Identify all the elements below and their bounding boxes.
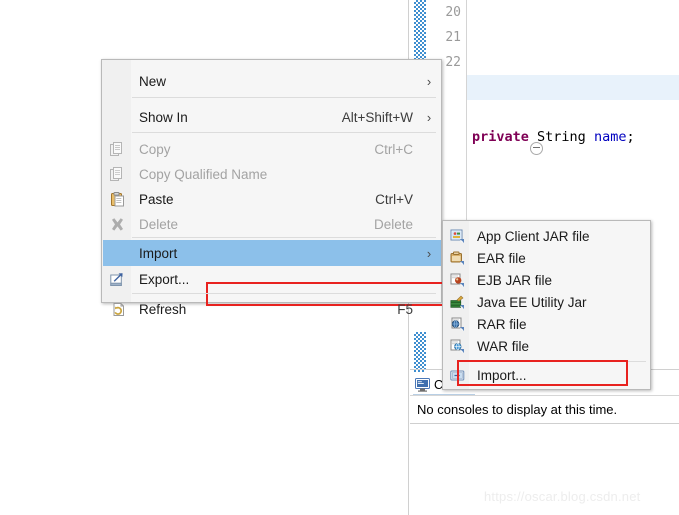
console-rule [410, 423, 679, 424]
ejb-jar-icon [444, 270, 470, 291]
console-monitor-icon [415, 377, 430, 392]
menu-item-label: Copy [139, 141, 171, 157]
submenu-item-label: EJB JAR file [477, 273, 553, 288]
menu-item-refresh[interactable]: Refresh F5 [103, 296, 441, 322]
paste-icon [103, 186, 132, 212]
console-empty-message: No consoles to display at this time. [417, 402, 618, 417]
menu-item-label: Delete [139, 216, 179, 232]
menu-item-accel: Delete [373, 216, 413, 232]
menu-item-icon-blank [103, 240, 132, 266]
submenu-item-label: WAR file [477, 339, 530, 354]
menu-item-label: Import [139, 245, 178, 261]
line-number: 20 [445, 5, 461, 20]
submenu-separator [470, 361, 646, 362]
menu-item-label: Paste [139, 191, 174, 207]
menu-item-paste[interactable]: Paste Ctrl+V [103, 186, 441, 212]
menu-item-accel: Ctrl+C [374, 141, 413, 157]
menu-item-accel: Alt+Shift+W [341, 109, 413, 125]
menu-item-label: Copy Qualified Name [139, 166, 268, 182]
menu-separator [132, 293, 436, 294]
war-file-icon [444, 336, 470, 357]
menu-item-label: Show In [139, 109, 188, 125]
copy-qualified-icon [103, 161, 132, 187]
submenu-item-war-file[interactable]: WAR file [444, 336, 650, 357]
submenu-item-java-ee-utility-jar[interactable]: Java EE Utility Jar [444, 292, 650, 313]
menu-separator [132, 237, 436, 238]
menu-item-copy[interactable]: Copy Ctrl+C [103, 136, 441, 162]
menu-item-new[interactable]: New › [103, 68, 441, 94]
menu-item-accel: F5 [397, 301, 413, 317]
submenu-item-ejb-jar-file[interactable]: EJB JAR file [444, 270, 650, 291]
app-client-jar-icon [444, 226, 470, 247]
submenu-item-label: Import... [477, 368, 527, 383]
java-ee-utility-jar-icon [444, 292, 470, 313]
menu-item-icon-blank [103, 104, 132, 130]
submenu-item-rar-file[interactable]: RAR file [444, 314, 650, 335]
submenu-item-label: App Client JAR file [477, 229, 590, 244]
import-wizard-icon [444, 365, 470, 386]
chevron-right-icon: › [426, 245, 432, 261]
submenu-item-label: EAR file [477, 251, 526, 266]
screenshot-root: 20 21 22 30 36 private String name; priv… [0, 0, 679, 515]
submenu-item-label: Java EE Utility Jar [477, 295, 587, 310]
menu-item-label: Refresh [139, 301, 187, 317]
menu-item-label: Export... [139, 271, 190, 287]
submenu-item-label: RAR file [477, 317, 527, 332]
chevron-right-icon: › [426, 109, 432, 125]
import-submenu[interactable]: App Client JAR file EAR file EJB JAR fil… [442, 220, 651, 390]
menu-separator [132, 97, 436, 98]
menu-item-import[interactable]: Import › [103, 240, 441, 266]
menu-item-copy-qualified-name[interactable]: Copy Qualified Name [103, 161, 441, 187]
watermark: https://oscar.blog.csdn.net [484, 489, 641, 504]
menu-item-label: New [139, 73, 167, 89]
refresh-icon [103, 296, 132, 322]
menu-item-export[interactable]: Export... [103, 266, 441, 292]
export-icon [103, 266, 132, 292]
menu-separator [132, 132, 436, 133]
rar-file-icon [444, 314, 470, 335]
menu-item-delete[interactable]: Delete Delete [103, 211, 441, 237]
delete-x-icon [103, 211, 132, 237]
context-menu[interactable]: New › Show In Alt+Shift+W › Copy Ctrl+C … [101, 59, 497, 317]
copy-icon [103, 136, 132, 162]
code-line: private String name; [472, 129, 635, 145]
menu-item-show-in[interactable]: Show In Alt+Shift+W › [103, 104, 441, 130]
menu-item-accel: Ctrl+V [375, 191, 413, 207]
menu-item-icon-blank [103, 68, 132, 94]
ear-file-icon [444, 248, 470, 269]
submenu-item-import-wizard[interactable]: Import... [444, 365, 650, 386]
submenu-item-ear-file[interactable]: EAR file [444, 248, 650, 269]
line-number: 21 [445, 30, 461, 45]
submenu-item-app-client-jar[interactable]: App Client JAR file [444, 226, 650, 247]
chevron-right-icon: › [426, 73, 432, 89]
